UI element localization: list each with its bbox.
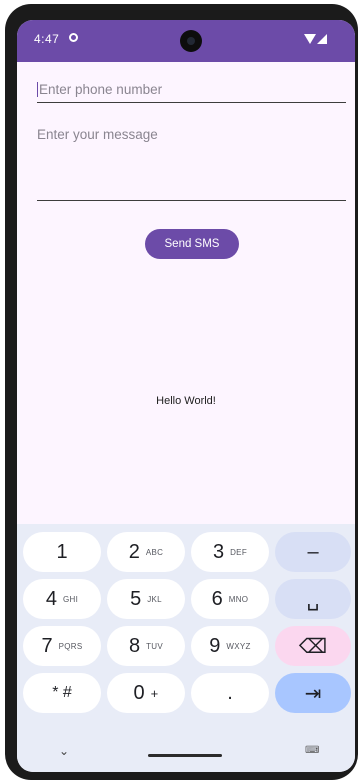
phone-placeholder: Enter phone number [39,82,163,97]
key-star-hash[interactable]: * # [23,673,101,713]
key-4[interactable]: 4 GHI [23,579,101,619]
key-6[interactable]: 6 MNO [191,579,269,619]
camera-cutout [180,30,202,52]
device-frame: 4:47 Enter phone number Enter your messa… [5,4,358,780]
keyboard-switch-icon[interactable]: ⌨ [305,745,319,756]
screen: 4:47 Enter phone number Enter your messa… [17,20,355,772]
key-period[interactable]: . [191,673,269,713]
numeric-keyboard: 1 2 ABC 3 DEF – 4 GHI 5 JKL 6 MNO ␣ 7 PQRS 8 TU… [17,524,355,772]
sync-icon [69,33,78,42]
key-minus[interactable]: – [275,532,351,572]
key-0[interactable]: 0 + [107,673,185,713]
message-input[interactable]: Enter your message [37,127,346,201]
key-7[interactable]: 7 PQRS [23,626,101,666]
key-space[interactable]: ␣ [275,579,351,619]
text-cursor [37,82,38,97]
send-sms-button[interactable]: Send SMS [145,229,239,259]
key-1[interactable]: 1 [23,532,101,572]
status-time: 4:47 [34,32,60,46]
message-placeholder: Enter your message [37,127,158,142]
key-8[interactable]: 8 TUV [107,626,185,666]
home-gesture-bar[interactable] [148,754,222,757]
wifi-icon [304,34,316,44]
signal-icon [317,34,327,44]
backspace-key[interactable]: ⌫ [275,626,351,666]
key-2[interactable]: 2 ABC [107,532,185,572]
next-field-key[interactable]: ⇥ [275,673,351,713]
hide-keyboard-icon[interactable]: ⌄ [59,744,69,758]
tab-arrow-icon: ⇥ [304,682,322,705]
key-9[interactable]: 9 WXYZ [191,626,269,666]
key-5[interactable]: 5 JKL [107,579,185,619]
hello-world-text: Hello World! [156,395,216,407]
backspace-icon: ⌫ [298,635,328,658]
key-3[interactable]: 3 DEF [191,532,269,572]
phone-number-input[interactable]: Enter phone number [37,82,346,103]
status-bar: 4:47 [17,20,355,62]
